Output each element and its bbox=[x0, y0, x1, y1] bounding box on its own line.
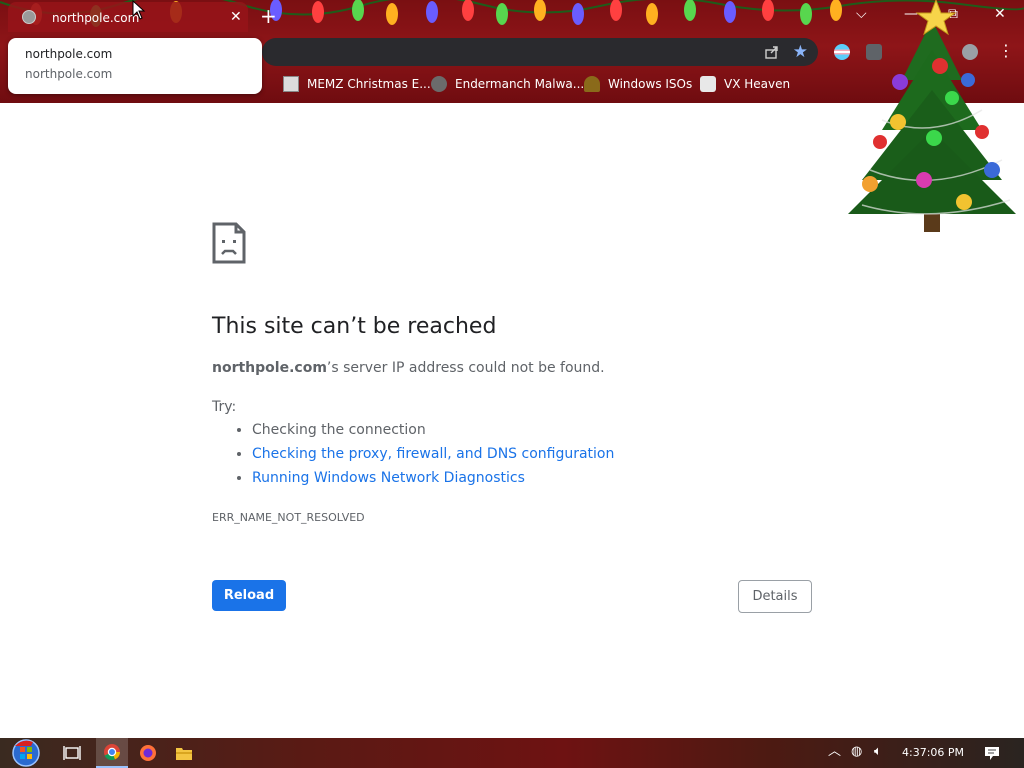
suggestion-check-connection: Checking the connection bbox=[252, 418, 614, 442]
task-view-button[interactable] bbox=[58, 738, 86, 768]
suggestions-list: Checking the connection Checking the pro… bbox=[212, 418, 614, 490]
reload-button[interactable]: Reload bbox=[212, 580, 286, 611]
firefox-icon bbox=[140, 745, 156, 761]
vx-icon bbox=[700, 76, 716, 92]
bookmark-label: VX Heaven bbox=[724, 77, 791, 91]
taskbar-clock[interactable]: 4:37:06 PM bbox=[902, 746, 964, 759]
hover-card-title: northpole.com bbox=[25, 47, 113, 61]
taskbar-chrome[interactable] bbox=[96, 738, 128, 768]
mouse-cursor-icon bbox=[132, 0, 146, 20]
bookmark-star-icon[interactable]: ★ bbox=[793, 42, 808, 62]
bookmark-memz[interactable]: MEMZ Christmas E... bbox=[283, 74, 431, 94]
bookmark-label: Windows ISOs bbox=[608, 77, 693, 91]
taskbar-firefox[interactable] bbox=[134, 738, 162, 768]
tab-title: northpole.com bbox=[52, 11, 140, 25]
suggestion-check-proxy-link[interactable]: Checking the proxy, firewall, and DNS co… bbox=[252, 442, 614, 466]
folder-icon bbox=[176, 748, 192, 760]
volume-icon[interactable]: 🔈︎ bbox=[874, 744, 882, 760]
error-code: ERR_NAME_NOT_RESOLVED bbox=[212, 511, 365, 524]
bookmark-windows-isos[interactable]: Windows ISOs bbox=[584, 74, 692, 94]
task-view-icon bbox=[63, 746, 81, 760]
address-bar[interactable]: ★ bbox=[262, 38, 818, 66]
show-hidden-icons-chevron-icon[interactable]: ︿ bbox=[828, 744, 841, 760]
bookmark-label: Endermanch Malwa... bbox=[455, 77, 585, 91]
globe-icon bbox=[22, 10, 36, 24]
bookmark-label: MEMZ Christmas E... bbox=[307, 77, 431, 91]
tab-close-icon[interactable]: ✕ bbox=[230, 9, 242, 25]
start-button[interactable] bbox=[6, 738, 46, 768]
tab-hover-card: northpole.com northpole.com bbox=[8, 38, 262, 94]
taskbar-file-explorer[interactable] bbox=[170, 738, 198, 768]
sad-document-icon bbox=[212, 222, 246, 264]
details-button[interactable]: Details bbox=[738, 580, 812, 613]
suggestion-network-diagnostics-link[interactable]: Running Windows Network Diagnostics bbox=[252, 466, 614, 490]
error-heading: This site can’t be reached bbox=[212, 314, 497, 339]
tab-northpole[interactable]: northpole.com ✕ bbox=[8, 2, 248, 32]
share-icon[interactable] bbox=[764, 44, 780, 60]
raccoon-icon bbox=[431, 76, 447, 92]
bookmark-vx-heaven[interactable]: VX Heaven bbox=[700, 74, 790, 94]
hover-card-url: northpole.com bbox=[25, 67, 113, 81]
error-message-suffix: ’s server IP address could not be found. bbox=[326, 360, 605, 376]
person-icon bbox=[584, 76, 600, 92]
memz-icon bbox=[283, 76, 299, 92]
christmas-tree-decoration bbox=[848, 0, 1016, 232]
error-message: northpole.com’s server IP address could … bbox=[212, 360, 605, 376]
try-label: Try: bbox=[212, 399, 237, 415]
new-tab-button[interactable]: + bbox=[260, 6, 277, 26]
bookmark-endermanch[interactable]: Endermanch Malwa... bbox=[431, 74, 584, 94]
action-center-button[interactable] bbox=[978, 738, 1006, 768]
chrome-icon bbox=[104, 744, 120, 761]
notification-icon bbox=[985, 746, 999, 760]
windows-start-icon bbox=[12, 739, 40, 767]
taskbar: ︿ ◍ 🔈︎ 4:37:06 PM bbox=[0, 738, 1024, 768]
network-globe-icon[interactable]: ◍ bbox=[851, 744, 862, 760]
error-host: northpole.com bbox=[212, 360, 327, 376]
